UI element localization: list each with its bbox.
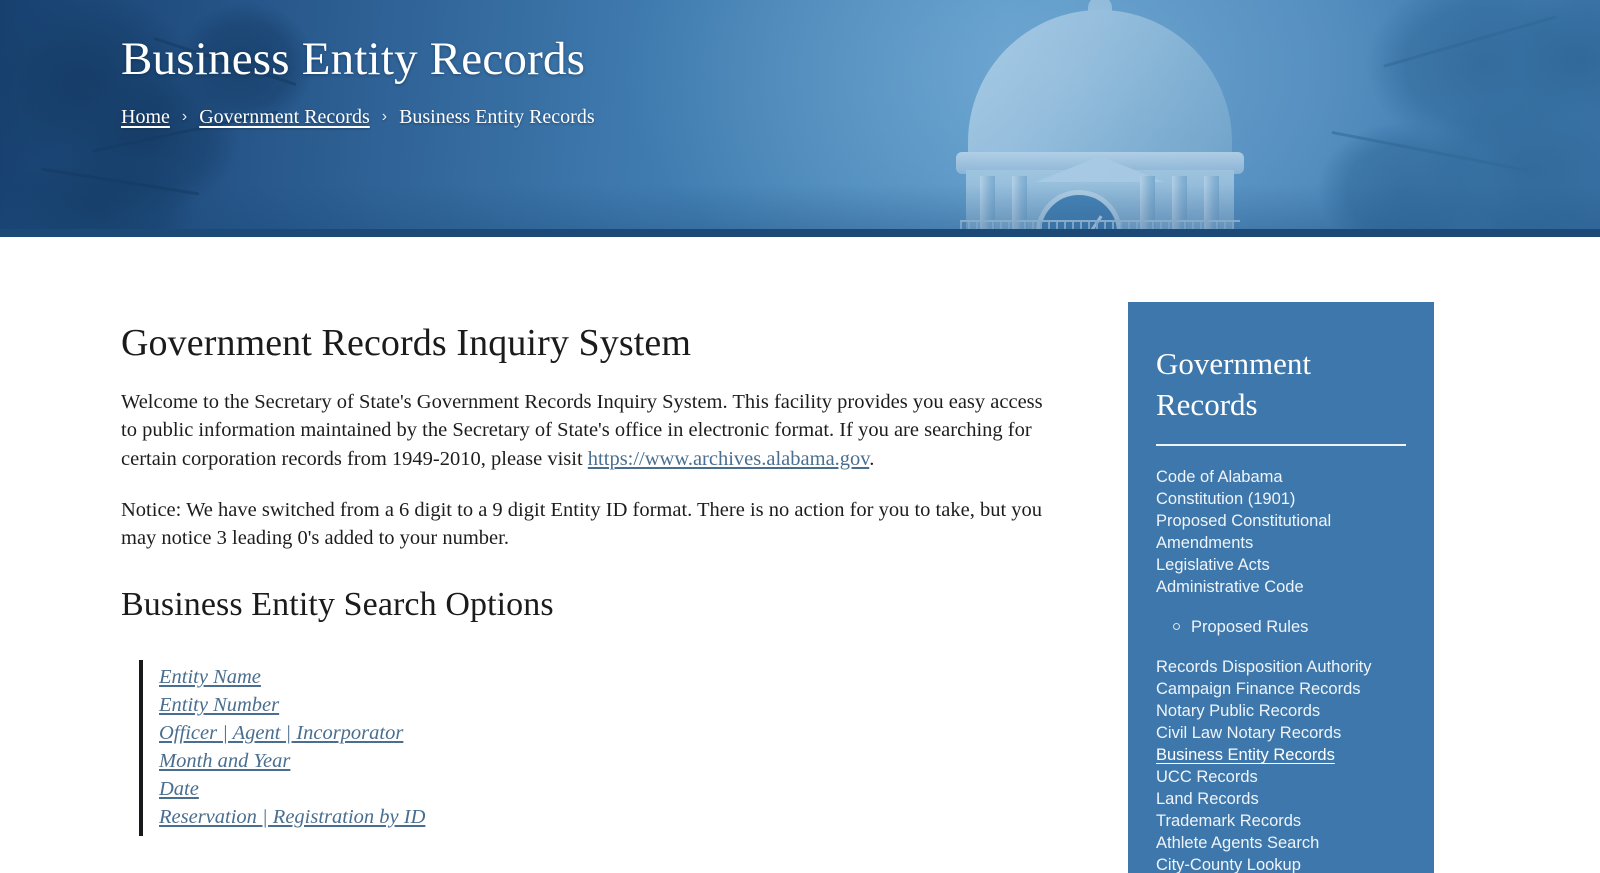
sidebar-item-legislative-acts[interactable]: Legislative Acts [1156,555,1406,577]
search-options-list: Entity Name Entity Number Officer | Agen… [139,660,1051,836]
archives-alabama-link[interactable]: https://www.archives.alabama.gov [588,448,869,470]
sidebar-item-land-records[interactable]: Land Records [1156,789,1406,811]
hero-bottom-band [0,229,1600,237]
sidebar-item-administrative-code[interactable]: Administrative Code [1156,577,1406,599]
sidebar-item-records-disposition-authority[interactable]: Records Disposition Authority [1156,657,1406,679]
breadcrumb-item-government-records[interactable]: Government Records [199,106,370,129]
sidebar-subitem-label[interactable]: Proposed Rules [1191,617,1308,639]
page-title: Business Entity Records [121,33,586,85]
sidebar-nav-group-records: Records Disposition Authority Campaign F… [1156,657,1406,873]
search-option-entity-number[interactable]: Entity Number [159,692,1051,720]
sidebar-sublist: Proposed Rules [1156,617,1406,639]
sidebar-item-ucc-records[interactable]: UCC Records [1156,767,1406,789]
sidebar-item-civil-law-notary-records[interactable]: Civil Law Notary Records [1156,723,1406,745]
sidebar-item-code-of-alabama[interactable]: Code of Alabama [1156,467,1406,489]
intro-text-before-link: Welcome to the Secretary of State's Gove… [121,391,1043,470]
sidebar-item-business-entity-records[interactable]: Business Entity Records [1156,745,1406,767]
circle-bullet-icon [1173,623,1180,631]
sidebar-item-proposed-constitutional-amendments[interactable]: Proposed Constitutional Amendments [1156,511,1406,555]
sidebar-nav-group-primary: Code of Alabama Constitution (1901) Prop… [1156,467,1406,599]
sidebar-government-records: Government Records Code of Alabama Const… [1128,302,1434,873]
section-heading-inquiry-system: Government Records Inquiry System [121,322,692,364]
breadcrumb-item-home[interactable]: Home [121,106,170,129]
hero-banner: Business Entity Records Home › Governmen… [0,0,1600,237]
intro-paragraph: Welcome to the Secretary of State's Gove… [121,388,1051,473]
search-option-month-and-year[interactable]: Month and Year [159,748,1051,776]
chevron-right-icon: › [381,108,388,126]
search-option-date[interactable]: Date [159,776,1051,804]
main-content: Government Records Inquiry System Welcom… [121,321,1051,836]
sidebar-item-campaign-finance-records[interactable]: Campaign Finance Records [1156,679,1406,701]
search-option-entity-name[interactable]: Entity Name [159,664,1051,692]
sidebar-title: Government Records [1156,346,1311,422]
breadcrumb: Home › Government Records › Business Ent… [121,106,595,129]
sidebar-subitem-proposed-rules[interactable]: Proposed Rules [1156,617,1406,639]
notice-paragraph: Notice: We have switched from a 6 digit … [121,498,1043,550]
page-body: Government Records Inquiry System Welcom… [0,237,1600,873]
breadcrumb-item-current: Business Entity Records [399,105,595,128]
sidebar-divider [1156,443,1406,446]
sidebar-item-constitution-1901[interactable]: Constitution (1901) [1156,489,1406,511]
sidebar-item-notary-public-records[interactable]: Notary Public Records [1156,701,1406,723]
intro-text-after-link: . [869,447,875,470]
section-heading-search-options: Business Entity Search Options [121,586,554,624]
chevron-right-icon: › [181,108,188,126]
sidebar-item-athlete-agents-search[interactable]: Athlete Agents Search [1156,833,1406,855]
sidebar-item-trademark-records[interactable]: Trademark Records [1156,811,1406,833]
sidebar-item-city-county-lookup[interactable]: City-County Lookup [1156,855,1406,873]
search-option-officer-agent-incorporator[interactable]: Officer | Agent | Incorporator [159,720,1051,748]
search-option-reservation-registration-by-id[interactable]: Reservation | Registration by ID [159,804,1051,832]
